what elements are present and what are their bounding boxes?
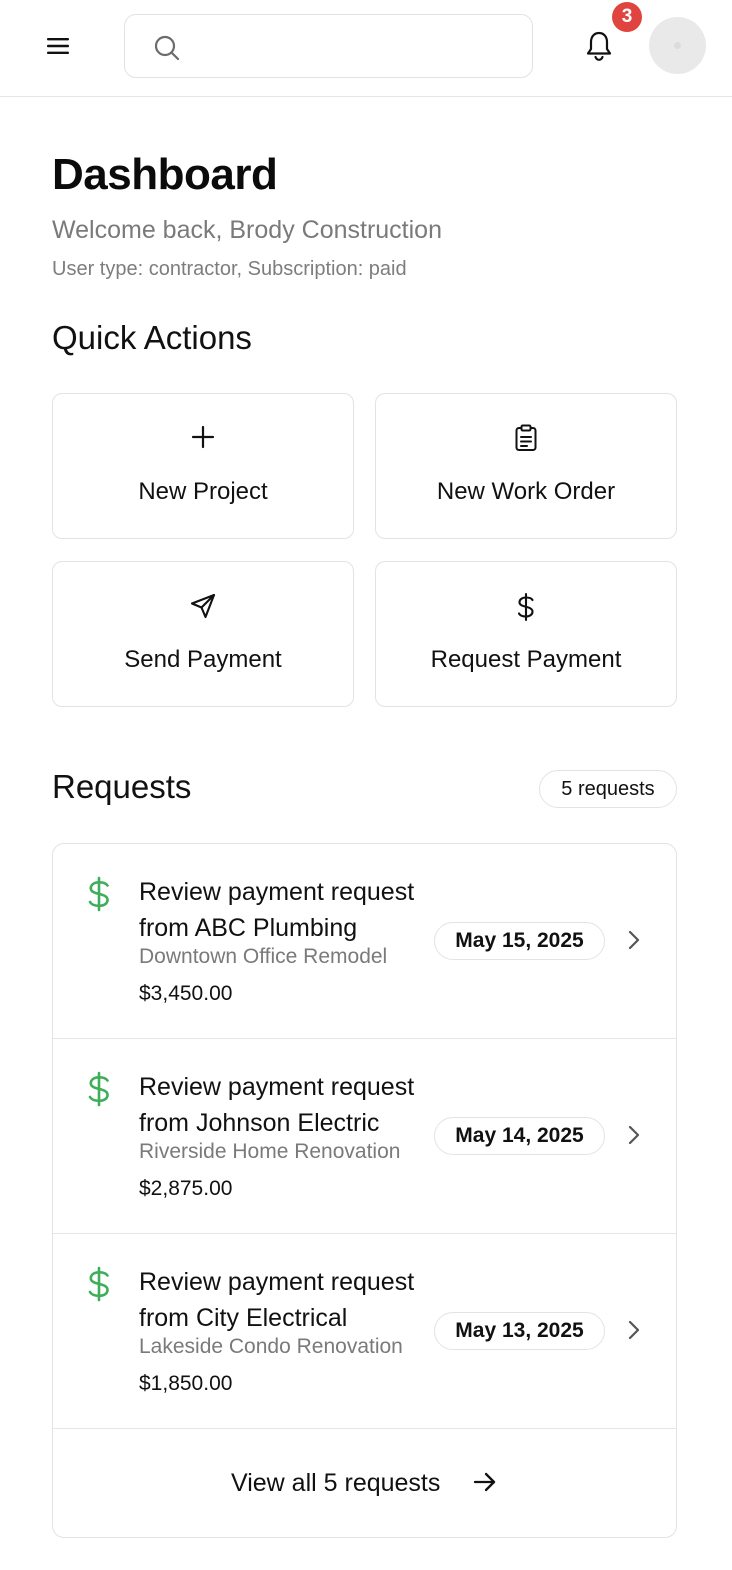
search-icon (154, 35, 180, 61)
request-payment-button[interactable]: Request Payment (375, 561, 677, 707)
request-amount: $1,850.00 (139, 1372, 233, 1395)
requests-list: Review payment request from ABC Plumbing… (52, 843, 677, 1538)
user-avatar[interactable] (649, 17, 706, 74)
request-project: Lakeside Condo Renovation (139, 1335, 403, 1358)
search-box[interactable] (124, 14, 533, 78)
plus-icon (191, 425, 215, 449)
bell-icon (586, 31, 612, 61)
user-info: User type: contractor, Subscription: pai… (52, 258, 407, 280)
request-date-badge: May 15, 2025 (434, 922, 605, 960)
request-row[interactable]: Review payment request from Johnson Elec… (53, 1039, 676, 1234)
quick-actions-title: Quick Actions (52, 319, 252, 356)
page-title: Dashboard (52, 150, 278, 199)
dollar-icon (88, 876, 109, 912)
request-date-badge: May 13, 2025 (434, 1312, 605, 1350)
request-project: Riverside Home Renovation (139, 1140, 401, 1163)
clipboard-icon (515, 424, 537, 451)
new-work-order-button[interactable]: New Work Order (375, 393, 677, 539)
top-bar: 3 (0, 0, 732, 97)
new-project-label: New Project (138, 478, 268, 505)
chevron-right-icon (628, 930, 640, 950)
search-input[interactable] (195, 27, 515, 67)
request-title: Review payment request from ABC Plumbing (139, 878, 415, 942)
send-payment-button[interactable]: Send Payment (52, 561, 354, 707)
request-amount: $3,450.00 (139, 982, 233, 1005)
request-project: Downtown Office Remodel (139, 945, 388, 968)
request-title: Review payment request from Johnson Elec… (139, 1073, 415, 1137)
requests-count-badge: 5 requests (539, 770, 677, 808)
chevron-right-icon (628, 1125, 640, 1145)
hamburger-menu-icon (47, 38, 69, 54)
menu-button[interactable] (40, 28, 76, 64)
requests-title: Requests (52, 768, 192, 805)
request-date-badge: May 14, 2025 (434, 1117, 605, 1155)
welcome-message: Welcome back, Brody Construction (52, 216, 442, 244)
request-payment-label: Request Payment (430, 646, 622, 673)
request-row[interactable]: Review payment request from City Electri… (53, 1234, 676, 1429)
view-all-requests-button[interactable]: View all 5 requests (53, 1429, 676, 1537)
request-row[interactable]: Review payment request from ABC Plumbing… (53, 844, 676, 1039)
new-project-button[interactable]: New Project (52, 393, 354, 539)
dollar-icon (88, 1266, 109, 1302)
view-all-label: View all 5 requests (231, 1469, 441, 1497)
new-work-order-label: New Work Order (436, 478, 616, 505)
arrow-right-icon (473, 1472, 496, 1492)
notifications-button[interactable] (580, 26, 618, 66)
request-title: Review payment request from City Electri… (139, 1268, 415, 1332)
request-amount: $2,875.00 (139, 1177, 233, 1200)
dollar-icon (88, 1071, 109, 1107)
send-payment-label: Send Payment (124, 646, 282, 673)
notification-count-badge: 3 (612, 2, 642, 32)
dollar-icon (517, 592, 534, 622)
chevron-right-icon (628, 1320, 640, 1340)
send-icon (190, 593, 216, 619)
